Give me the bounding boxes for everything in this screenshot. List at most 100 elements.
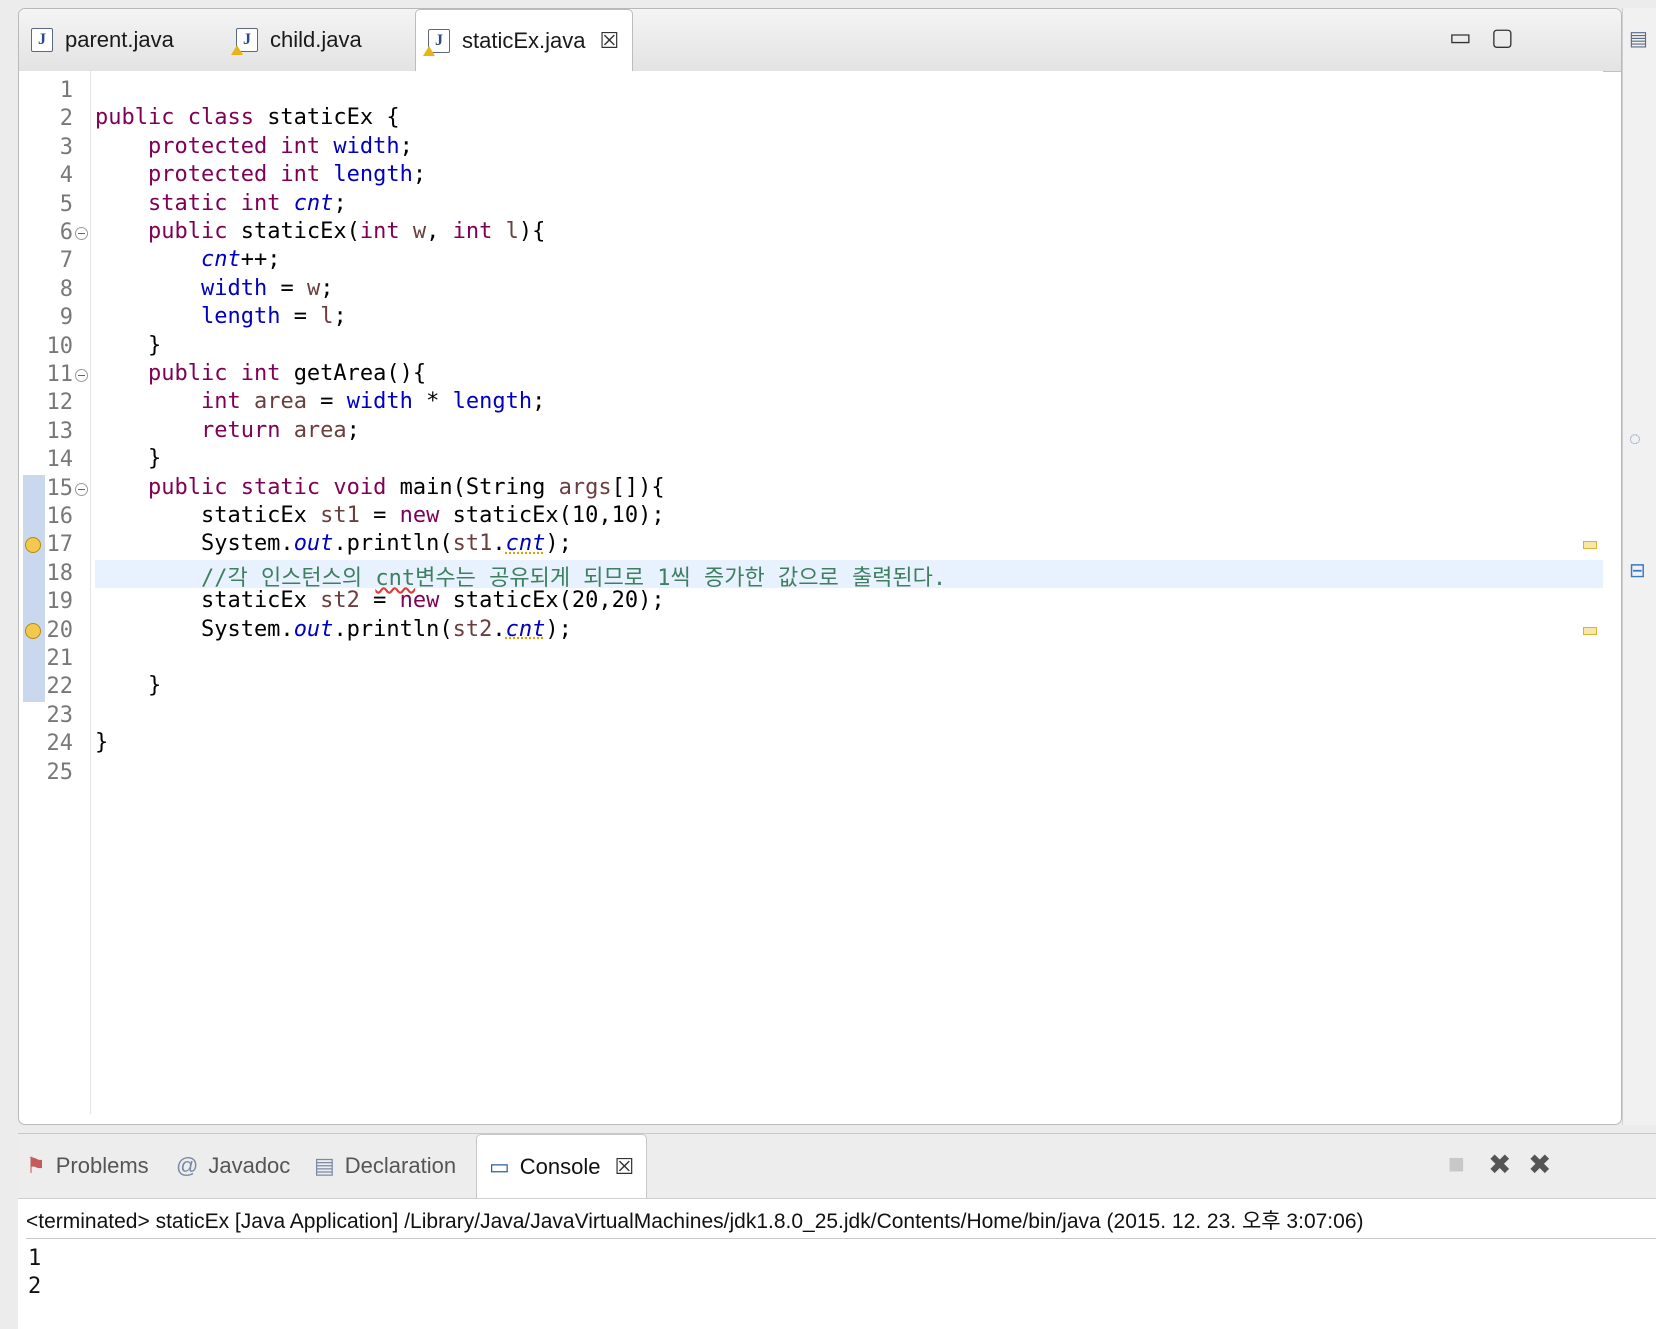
code-token: ; [412,162,427,188]
task-view-icon[interactable]: ◌ [1629,428,1641,451]
code-line[interactable] [95,77,1603,105]
code-line[interactable]: width = w; [95,276,1603,304]
line-number: 9 [59,305,73,331]
code-line[interactable]: public staticEx(int w, int l){ [95,219,1603,247]
line-number: 19 [46,589,74,615]
line-number: 21 [46,646,74,671]
code-line[interactable]: } [95,730,1603,758]
code-token: = [359,588,400,614]
tab-javadoc[interactable]: @ Javadoc [176,1134,290,1198]
tab-label: child.java [270,27,362,52]
code-editor[interactable]: 1 2 3 4 5 6 7 8 9 10 11 12 13 14 15 16 17 18 19 20 21 22 23 24 2… [19,71,1603,1114]
code-line[interactable]: public class staticEx { [95,105,1603,133]
code-token: } [95,332,162,358]
code-token: } [95,446,162,472]
line-number: 2 [59,106,73,132]
remove-all-launches-icon[interactable]: ✖ [1528,1148,1551,1181]
overview-warning-marker[interactable] [1583,626,1597,635]
editor-pane: J parent.java J child.java J staticEx.ja… [18,8,1622,1125]
code-token: int [359,219,413,244]
code-line[interactable]: } [95,673,1603,701]
code-line[interactable]: public static void main(String args[]){ [95,475,1603,503]
code-line[interactable]: System.out.println(st2.cnt); [95,617,1603,645]
code-line[interactable]: return area; [95,418,1603,446]
close-tab-icon[interactable]: ☒ [615,1154,635,1180]
close-tab-icon[interactable]: ☒ [600,28,620,54]
code-token: ; [333,304,347,330]
terminate-icon[interactable]: ■ [1448,1148,1465,1180]
remove-launch-icon[interactable]: ✖ [1488,1148,1511,1181]
line-number: 10 [46,333,74,359]
fold-toggle-icon[interactable] [75,227,88,240]
tab-child-java[interactable]: J child.java [224,9,414,71]
code-token: .println( [333,616,453,642]
line-number: 7 [59,248,73,274]
code-line[interactable] [95,702,1603,730]
code-token: out [293,531,334,557]
code-token: cnt [200,247,241,273]
line-number: 6 [59,220,73,245]
fold-toggle-icon[interactable] [75,482,88,496]
tab-console[interactable]: ▭ Console ☒ [476,1134,648,1198]
code-token: main(String [399,474,559,500]
minimize-icon[interactable]: ▭ [1449,23,1472,52]
code-line[interactable]: cnt++; [95,247,1603,275]
code-token: * [412,389,453,415]
code-line[interactable]: protected int length; [95,162,1603,190]
code-line[interactable]: //각 인스턴스의 cnt변수는 공유되게 되므로 1씩 증가한 값으로 출력된… [95,559,1603,591]
overview-warning-marker[interactable] [1583,541,1597,550]
code-token: cnt [375,565,416,591]
fold-toggle-icon[interactable] [75,369,88,382]
code-token: 변수는 공유되게 되므로 1씩 증가한 값으로 출력된다. [415,565,947,591]
code-token: args [558,474,612,500]
code-line[interactable] [95,645,1603,673]
code-area[interactable]: public class staticEx { protected int wi… [95,71,1603,1114]
restore-view-icon[interactable]: ⊟ [1629,558,1646,583]
line-number: 8 [59,276,73,302]
tab-parent-java[interactable]: J parent.java [19,9,214,71]
maximize-icon[interactable]: ▢ [1491,23,1514,52]
code-token: , [426,219,453,244]
code-line[interactable]: public int getArea(){ [95,361,1603,389]
java-file-warning-icon: J [423,29,450,56]
java-file-icon: J [31,28,53,52]
code-line[interactable]: } [95,333,1603,361]
code-line[interactable]: staticEx st1 = new staticEx(10,10); [95,503,1603,531]
code-line[interactable]: int area = width * length; [95,389,1603,417]
code-token: ; [532,389,546,415]
tab-problems[interactable]: ⚑ Problems [26,1134,149,1198]
code-token: protected int [147,133,334,159]
code-token: area [253,389,307,415]
code-token: width [333,133,400,159]
code-token: = [267,275,307,301]
code-token: = [306,389,347,415]
java-file-warning-icon: J [231,28,258,55]
code-line[interactable]: System.out.println(st1.cnt); [95,531,1603,559]
code-line[interactable] [95,759,1603,787]
code-token: length [452,389,533,415]
code-line[interactable]: protected int width; [95,134,1603,162]
outline-view-icon[interactable]: ▤ [1629,26,1648,51]
code-token: l [505,219,519,244]
code-token: ){ [518,219,546,244]
code-token: new [399,588,453,614]
console-pane: ⚑ Problems @ Javadoc ▤ Declaration ▭ Con… [18,1133,1656,1329]
code-token: ); [545,616,572,642]
code-line[interactable]: staticEx st2 = new staticEx(20,20); [95,588,1603,616]
code-token: public [147,219,241,244]
tab-declaration[interactable]: ▤ Declaration [314,1134,456,1198]
code-token: } [95,730,109,756]
code-token: st2 [452,616,493,642]
tab-staticex-java[interactable]: J staticEx.java ☒ [415,9,633,72]
code-line[interactable]: length = l; [95,304,1603,332]
code-line[interactable]: } [95,446,1603,474]
code-line[interactable]: static int cnt; [95,191,1603,219]
code-token: new [399,503,453,528]
line-number: 15 [46,475,74,501]
tab-label: Problems [55,1153,149,1178]
quick-fix-warning-icon[interactable] [25,622,41,639]
code-token: staticEx [95,588,321,614]
tab-label: Declaration [344,1153,457,1178]
code-token: out [293,616,334,642]
